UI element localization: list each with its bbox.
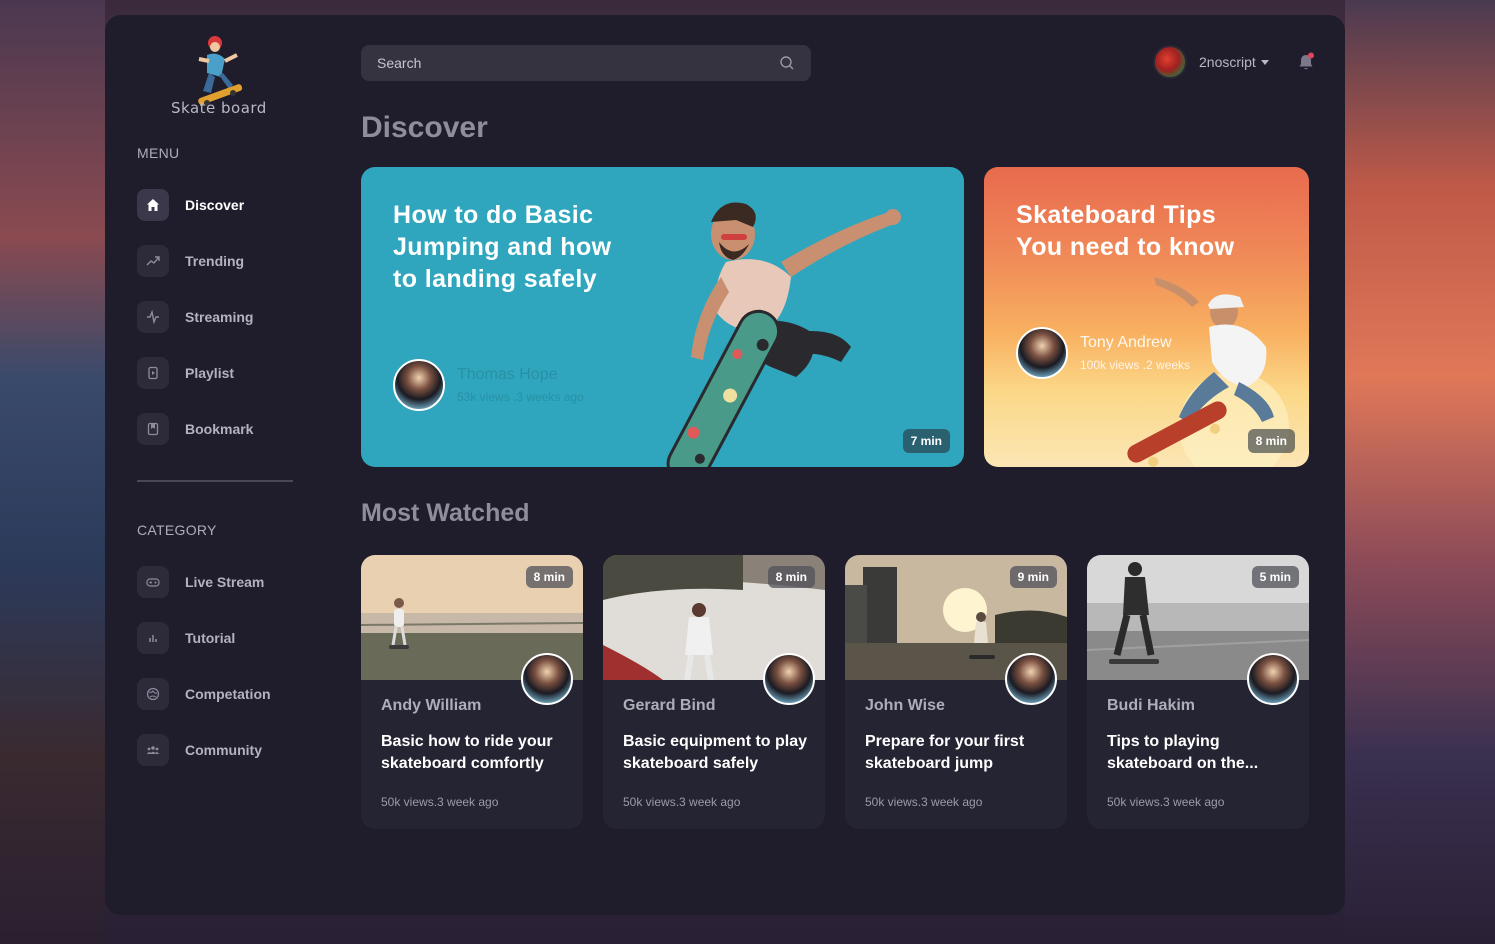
user-menu[interactable]: 2noscript	[1153, 45, 1269, 79]
avatar[interactable]	[763, 653, 815, 705]
chart-icon	[137, 622, 169, 654]
playlist-icon	[137, 357, 169, 389]
avatar[interactable]	[1005, 653, 1057, 705]
featured-card[interactable]: How to do Basic Jumping and how to landi…	[361, 167, 964, 467]
gamepad-icon	[137, 566, 169, 598]
globe-icon	[137, 678, 169, 710]
chevron-down-icon[interactable]	[1260, 59, 1269, 65]
search-bar[interactable]	[361, 45, 811, 81]
video-meta: 50k views.3 week ago	[865, 795, 983, 809]
notification-dot	[1308, 52, 1314, 59]
video-title[interactable]: Basic equipment to play skateboard safel…	[623, 731, 813, 775]
video-title[interactable]: Tips to playing skateboard on the...	[1107, 731, 1297, 775]
sidebar-item-label: Competation	[185, 686, 271, 702]
featured-title[interactable]: Skateboard Tips You need to know	[1016, 199, 1256, 263]
featured-card[interactable]: Skateboard Tips You need to know Tony An…	[984, 167, 1309, 467]
duration-badge: 7 min	[902, 429, 950, 453]
duration-badge: 8 min	[1247, 429, 1295, 453]
video-author[interactable]: Gerard Bind	[623, 697, 715, 715]
video-title[interactable]: Prepare for your first skateboard jump	[865, 731, 1055, 775]
menu-title: MENU	[137, 145, 180, 161]
activity-icon	[137, 301, 169, 333]
video-meta: 50k views.3 week ago	[381, 795, 499, 809]
username[interactable]: 2noscript	[1199, 54, 1256, 70]
avatar[interactable]	[521, 653, 573, 705]
sidebar-item-label: Trending	[185, 253, 245, 269]
sidebar-item-label: Discover	[185, 197, 245, 213]
sidebar-item-label: Tutorial	[185, 630, 236, 646]
sidebar-item-bookmark[interactable]: Bookmark	[137, 413, 253, 445]
video-meta: 50k views.3 week ago	[1107, 795, 1225, 809]
sidebar-item-discover[interactable]: Discover	[137, 189, 244, 221]
sidebar-item-label: Playlist	[185, 365, 235, 381]
avatar[interactable]	[1016, 327, 1068, 379]
featured-author[interactable]: Thomas Hope 53k views .3 weeks ago	[393, 359, 584, 411]
search-input[interactable]	[377, 55, 779, 71]
page-title: Discover	[361, 111, 488, 144]
sidebar-item-label: Streaming	[185, 309, 254, 325]
video-card[interactable]: 5 min Budi Hakim Tips to playing skatebo…	[1087, 555, 1309, 829]
featured-title[interactable]: How to do Basic Jumping and how to landi…	[393, 199, 633, 295]
sidebar: Skate board MENU Discover Trending Strea…	[105, 15, 325, 915]
duration-badge: 9 min	[1009, 566, 1057, 588]
video-author[interactable]: John Wise	[865, 697, 945, 715]
author-name[interactable]: Tony Andrew	[1080, 334, 1190, 352]
sidebar-item-tutorial[interactable]: Tutorial	[137, 622, 235, 654]
video-card[interactable]: 8 min Andy William Basic how to ride you…	[361, 555, 583, 829]
background-right	[1345, 0, 1495, 944]
author-name[interactable]: Thomas Hope	[457, 366, 584, 384]
author-meta: 53k views .3 weeks ago	[457, 390, 584, 404]
duration-badge: 5 min	[1251, 566, 1299, 588]
featured-author[interactable]: Tony Andrew 100k views .2 weeks	[1016, 327, 1190, 379]
sidebar-divider	[137, 480, 293, 482]
search-icon[interactable]	[779, 55, 795, 71]
video-meta: 50k views.3 week ago	[623, 795, 741, 809]
author-meta: 100k views .2 weeks	[1080, 358, 1191, 372]
sidebar-item-label: Live Stream	[185, 574, 265, 590]
avatar[interactable]	[393, 359, 445, 411]
video-card[interactable]: 8 min Gerard Bind Basic equipment to pla…	[603, 555, 825, 829]
sidebar-item-community[interactable]: Community	[137, 734, 262, 766]
sidebar-item-live-stream[interactable]: Live Stream	[137, 566, 264, 598]
trending-icon	[137, 245, 169, 277]
video-title[interactable]: Basic how to ride your skateboard comfor…	[381, 731, 571, 775]
background-left	[0, 0, 105, 944]
section-title: Most Watched	[361, 499, 530, 527]
community-icon	[137, 734, 169, 766]
app-window: Skate board MENU Discover Trending Strea…	[105, 15, 1345, 915]
video-card[interactable]: 9 min John Wise Prepare for your first s…	[845, 555, 1067, 829]
skater-image	[666, 202, 901, 467]
avatar[interactable]	[1247, 653, 1299, 705]
avatar[interactable]	[1153, 45, 1187, 79]
category-title: CATEGORY	[137, 522, 217, 538]
sidebar-item-trending[interactable]: Trending	[137, 245, 244, 277]
home-icon	[137, 189, 169, 221]
sidebar-item-playlist[interactable]: Playlist	[137, 357, 234, 389]
duration-badge: 8 min	[525, 566, 573, 588]
sidebar-item-streaming[interactable]: Streaming	[137, 301, 253, 333]
video-author[interactable]: Andy William	[381, 697, 481, 715]
video-author[interactable]: Budi Hakim	[1107, 697, 1195, 715]
sidebar-item-label: Bookmark	[185, 421, 254, 437]
duration-badge: 8 min	[767, 566, 815, 588]
sidebar-item-label: Community	[185, 742, 262, 758]
bell-icon[interactable]	[1297, 52, 1315, 72]
sidebar-item-competation[interactable]: Competation	[137, 678, 271, 710]
logo-text: Skate board	[171, 99, 267, 117]
bookmark-icon	[137, 413, 169, 445]
